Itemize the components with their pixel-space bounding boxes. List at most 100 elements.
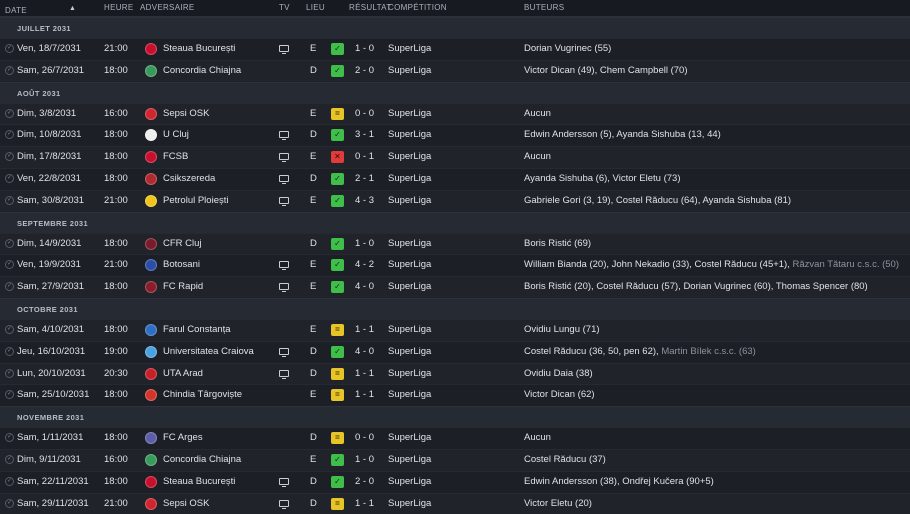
competition-link[interactable]: SuperLiga xyxy=(388,476,431,487)
opponent-link[interactable]: Csikszereda xyxy=(163,173,215,184)
competition-link[interactable]: SuperLiga xyxy=(388,281,431,292)
table-row[interactable]: ✓ Dim, 17/8/2031 18:00 FCSB E ✕ 0 - 1 SuperLiga… xyxy=(0,146,910,168)
table-row[interactable]: ✓ Dim, 10/8/2031 18:00 U Cluj D ✓ 3 - 1 SuperLi… xyxy=(0,124,910,147)
match-score[interactable]: 1 - 1 xyxy=(355,324,374,335)
match-score[interactable]: 0 - 0 xyxy=(355,432,374,443)
select-checkbox[interactable]: ✓ xyxy=(5,195,14,205)
competition-link[interactable]: SuperLiga xyxy=(388,238,431,249)
opponent-link[interactable]: Steaua București xyxy=(163,476,235,487)
competition-link[interactable]: SuperLiga xyxy=(388,151,431,162)
select-checkbox[interactable]: ✓ xyxy=(5,44,14,53)
select-checkbox[interactable]: ✓ xyxy=(5,498,14,508)
match-score[interactable]: 2 - 1 xyxy=(355,173,374,184)
opponent-link[interactable]: UTA Arad xyxy=(163,368,203,379)
opponent-link[interactable]: CFR Cluj xyxy=(163,238,202,249)
col-venue-header[interactable]: LIEU xyxy=(306,3,325,12)
opponent-link[interactable]: Concordia Chiajna xyxy=(163,454,241,465)
col-date-header[interactable]: DATE ▲ xyxy=(5,3,76,15)
match-score[interactable]: 1 - 0 xyxy=(355,454,374,465)
select-checkbox[interactable]: ✓ xyxy=(5,324,14,334)
select-checkbox[interactable]: ✓ xyxy=(5,65,14,75)
opponent-link[interactable]: Concordia Chiajna xyxy=(163,65,241,76)
match-score[interactable]: 1 - 0 xyxy=(355,238,374,249)
opponent-link[interactable]: Universitatea Craiova xyxy=(163,346,254,357)
competition-link[interactable]: SuperLiga xyxy=(388,195,431,206)
match-score[interactable]: 1 - 1 xyxy=(355,368,374,379)
select-checkbox[interactable]: ✓ xyxy=(5,282,14,292)
match-score[interactable]: 4 - 0 xyxy=(355,281,374,292)
opponent-link[interactable]: Sepsi OSK xyxy=(163,498,209,509)
opponent-link[interactable]: FC Rapid xyxy=(163,281,203,292)
match-score[interactable]: 1 - 0 xyxy=(355,43,374,54)
opponent-link[interactable]: U Cluj xyxy=(163,129,189,140)
competition-link[interactable]: SuperLiga xyxy=(388,173,431,184)
select-checkbox[interactable]: ✓ xyxy=(5,108,14,118)
select-checkbox[interactable]: ✓ xyxy=(5,173,14,183)
opponent-link[interactable]: FC Arges xyxy=(163,432,203,443)
opponent-link[interactable]: Petrolul Ploiești xyxy=(163,195,228,206)
select-checkbox[interactable]: ✓ xyxy=(5,476,14,486)
match-score[interactable]: 3 - 1 xyxy=(355,129,374,140)
competition-link[interactable]: SuperLiga xyxy=(388,454,431,465)
table-row[interactable]: ✓ Sam, 26/7/2031 18:00 Concordia Chiajna D ✓ 2… xyxy=(0,59,910,82)
competition-link[interactable]: SuperLiga xyxy=(388,346,431,357)
sort-desc-icon[interactable]: ▲ xyxy=(69,5,76,12)
table-row[interactable]: ✓ Sam, 1/11/2031 18:00 FC Arges D = 0 - 0 Super… xyxy=(0,427,910,449)
table-row[interactable]: ✓ Sam, 27/9/2031 18:00 FC Rapid E ✓ 4 - 0 Super… xyxy=(0,276,910,298)
competition-link[interactable]: SuperLiga xyxy=(388,65,431,76)
table-row[interactable]: ✓ Dim, 14/9/2031 18:00 CFR Cluj D ✓ 1 - 0 Super… xyxy=(0,232,910,255)
opponent-link[interactable]: FCSB xyxy=(163,151,188,162)
select-checkbox[interactable]: ✓ xyxy=(5,433,14,443)
match-score[interactable]: 4 - 0 xyxy=(355,346,374,357)
col-opponent-header[interactable]: ADVERSAIRE xyxy=(140,3,195,12)
table-row[interactable]: ✓ Sam, 30/8/2031 21:00 Petrolul Ploiești E ✓ 4… xyxy=(0,189,910,212)
table-row[interactable]: ✓ Ven, 22/8/2031 18:00 Csikszereda D ✓ 2 - 1 Su… xyxy=(0,167,910,190)
match-score[interactable]: 4 - 2 xyxy=(355,259,374,270)
table-row[interactable]: ✓ Jeu, 16/10/2031 19:00 Universitatea Craio… xyxy=(0,340,910,363)
competition-link[interactable]: SuperLiga xyxy=(388,498,431,509)
match-score[interactable]: 0 - 1 xyxy=(355,151,374,162)
table-row[interactable]: ✓ Sam, 22/11/2031 18:00 Steaua București D ✓ 2… xyxy=(0,470,910,493)
select-checkbox[interactable]: ✓ xyxy=(5,152,14,162)
competition-link[interactable]: SuperLiga xyxy=(388,432,431,443)
opponent-link[interactable]: Sepsi OSK xyxy=(163,108,209,119)
col-tv-header[interactable]: TV xyxy=(279,3,290,12)
table-row[interactable]: ✓ Sam, 25/10/2031 18:00 Chindia Târgoviște E… xyxy=(0,384,910,407)
match-score[interactable]: 1 - 1 xyxy=(355,389,374,400)
table-row[interactable]: ✓ Dim, 9/11/2031 16:00 Concordia Chiajna E ✓ 1… xyxy=(0,448,910,471)
scorers-text: Costel Răducu (37) xyxy=(524,453,606,465)
table-row[interactable]: ✓ Sam, 29/11/2031 21:00 Sepsi OSK D = 1 - 1 Sup… xyxy=(0,492,910,514)
col-scorers-header[interactable]: BUTEURS xyxy=(524,3,564,12)
col-time-header[interactable]: HEURE xyxy=(104,3,134,12)
competition-link[interactable]: SuperLiga xyxy=(388,324,431,335)
opponent-link[interactable]: Farul Constanța xyxy=(163,324,231,335)
match-score[interactable]: 1 - 1 xyxy=(355,498,374,509)
opponent-link[interactable]: Steaua București xyxy=(163,43,235,54)
match-score[interactable]: 0 - 0 xyxy=(355,108,374,119)
select-checkbox[interactable]: ✓ xyxy=(5,346,14,356)
select-checkbox[interactable]: ✓ xyxy=(5,260,14,270)
opponent-link[interactable]: Chindia Târgoviște xyxy=(163,389,242,400)
competition-link[interactable]: SuperLiga xyxy=(388,129,431,140)
competition-link[interactable]: SuperLiga xyxy=(388,259,431,270)
col-competition-header[interactable]: COMPÉTITION xyxy=(388,3,447,12)
match-score[interactable]: 2 - 0 xyxy=(355,65,374,76)
competition-link[interactable]: SuperLiga xyxy=(388,368,431,379)
select-checkbox[interactable]: ✓ xyxy=(5,238,14,248)
col-result-header[interactable]: RÉSULTAT xyxy=(349,3,391,12)
competition-link[interactable]: SuperLiga xyxy=(388,389,431,400)
table-row[interactable]: ✓ Dim, 3/8/2031 16:00 Sepsi OSK E = 0 - 0 Super… xyxy=(0,102,910,125)
table-row[interactable]: ✓ Ven, 18/7/2031 21:00 Steaua București E ✓ 1 … xyxy=(0,38,910,60)
match-score[interactable]: 2 - 0 xyxy=(355,476,374,487)
table-row[interactable]: ✓ Ven, 19/9/2031 21:00 Botosani E ✓ 4 - 2 Super… xyxy=(0,254,910,277)
select-checkbox[interactable]: ✓ xyxy=(5,368,14,378)
competition-link[interactable]: SuperLiga xyxy=(388,108,431,119)
table-row[interactable]: ✓ Lun, 20/10/2031 20:30 UTA Arad D = 1 - 1 Supe… xyxy=(0,362,910,385)
opponent-link[interactable]: Botosani xyxy=(163,259,200,270)
select-checkbox[interactable]: ✓ xyxy=(5,390,14,400)
select-checkbox[interactable]: ✓ xyxy=(5,130,14,140)
match-score[interactable]: 4 - 3 xyxy=(355,195,374,206)
competition-link[interactable]: SuperLiga xyxy=(388,43,431,54)
table-row[interactable]: ✓ Sam, 4/10/2031 18:00 Farul Constanța E = 1 -… xyxy=(0,318,910,341)
select-checkbox[interactable]: ✓ xyxy=(5,454,14,464)
